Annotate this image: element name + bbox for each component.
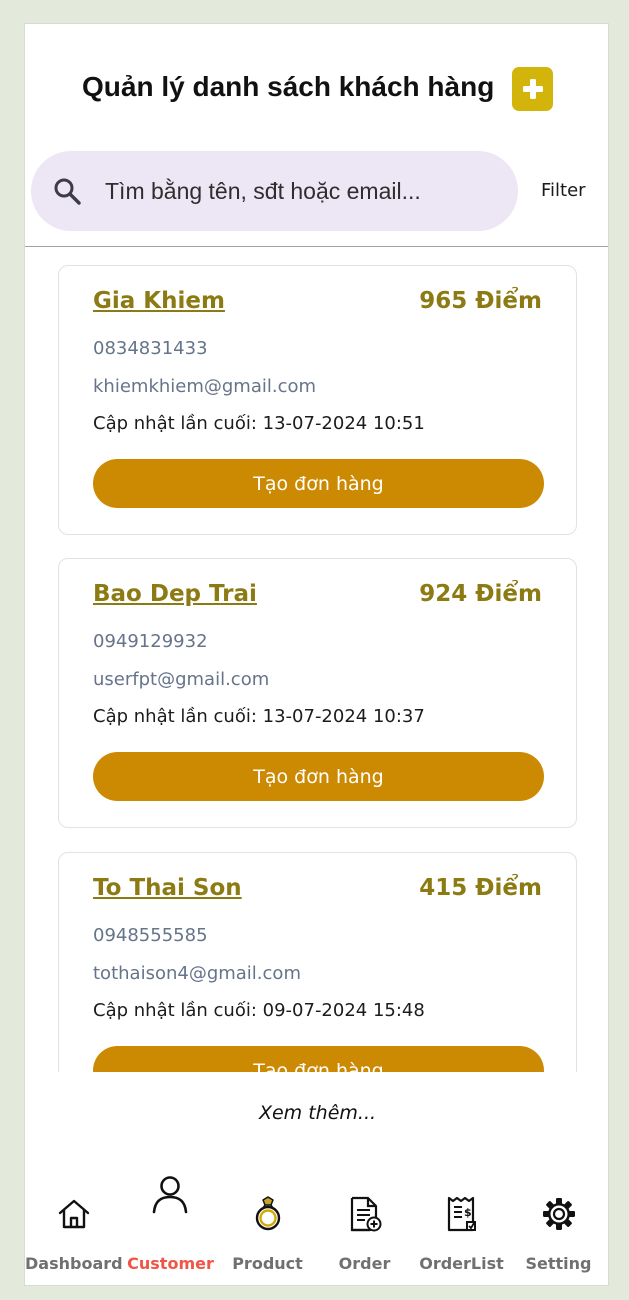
nav-item-setting[interactable]: Setting: [510, 1174, 607, 1285]
nav-item-order[interactable]: Order: [316, 1174, 413, 1285]
nav-label: Customer: [127, 1254, 214, 1273]
bottom-nav: Dashboard Customer Product Order $ Order…: [25, 1174, 608, 1285]
customer-points: 965 Điểm: [419, 288, 542, 314]
page-title: Quản lý danh sách khách hàng: [82, 71, 495, 102]
customer-updated: Cập nhật lần cuối: 13-07-2024 10:37: [93, 706, 425, 727]
customer-phone: 0949129932: [93, 631, 208, 652]
document-add-icon: [350, 1196, 382, 1232]
plus-icon: [522, 79, 543, 99]
customer-updated: Cập nhật lần cuối: 09-07-2024 15:48: [93, 1000, 425, 1021]
create-order-button[interactable]: Tạo đơn hàng: [93, 752, 544, 801]
nav-label: Dashboard: [25, 1254, 123, 1273]
user-icon: [152, 1176, 188, 1214]
customer-card: To Thai Son 415 Điểm 0948555585 tothaiso…: [58, 852, 577, 1072]
customer-list[interactable]: Gia Khiem 965 Điểm 0834831433 khiemkhiem…: [25, 247, 608, 1072]
nav-item-product[interactable]: Product: [219, 1174, 316, 1285]
customer-updated: Cập nhật lần cuối: 13-07-2024 10:51: [93, 413, 425, 434]
search-input[interactable]: [105, 169, 495, 213]
see-more-link[interactable]: Xem thêm...: [25, 1102, 608, 1124]
customer-name-link[interactable]: To Thai Son: [93, 875, 242, 901]
customer-email: tothaison4@gmail.com: [93, 963, 301, 984]
nav-item-customer[interactable]: Customer: [122, 1174, 219, 1285]
customer-points: 415 Điểm: [419, 875, 542, 901]
create-order-button[interactable]: Tạo đơn hàng: [93, 459, 544, 508]
customer-name-link[interactable]: Gia Khiem: [93, 288, 225, 314]
nav-item-dashboard[interactable]: Dashboard: [25, 1174, 123, 1285]
customer-card: Bao Dep Trai 924 Điểm 0949129932 userfpt…: [58, 558, 577, 828]
nav-label: Setting: [525, 1254, 592, 1273]
ring-icon: [255, 1196, 281, 1231]
search-icon[interactable]: [53, 177, 81, 205]
customer-email: userfpt@gmail.com: [93, 669, 270, 690]
gear-icon: [543, 1198, 575, 1230]
customer-card: Gia Khiem 965 Điểm 0834831433 khiemkhiem…: [58, 265, 577, 535]
svg-text:$: $: [464, 1206, 472, 1219]
nav-label: OrderList: [419, 1254, 504, 1273]
create-order-button[interactable]: Tạo đơn hàng: [93, 1046, 544, 1072]
app-screen: Quản lý danh sách khách hàng Filter Gia …: [24, 23, 609, 1286]
customer-name-link[interactable]: Bao Dep Trai: [93, 581, 257, 607]
customer-phone: 0948555585: [93, 925, 208, 946]
receipt-icon: $: [447, 1196, 476, 1232]
filter-button[interactable]: Filter: [541, 180, 586, 201]
search-bar[interactable]: [31, 151, 518, 231]
customer-phone: 0834831433: [93, 338, 208, 359]
nav-label: Order: [338, 1254, 391, 1273]
customer-email: khiemkhiem@gmail.com: [93, 376, 317, 397]
header: Quản lý danh sách khách hàng: [25, 24, 608, 154]
nav-item-orderlist[interactable]: $ OrderList: [413, 1174, 510, 1285]
customer-points: 924 Điểm: [419, 581, 542, 607]
add-customer-button[interactable]: [512, 67, 553, 111]
nav-label: Product: [232, 1254, 303, 1273]
home-icon: [58, 1199, 90, 1229]
